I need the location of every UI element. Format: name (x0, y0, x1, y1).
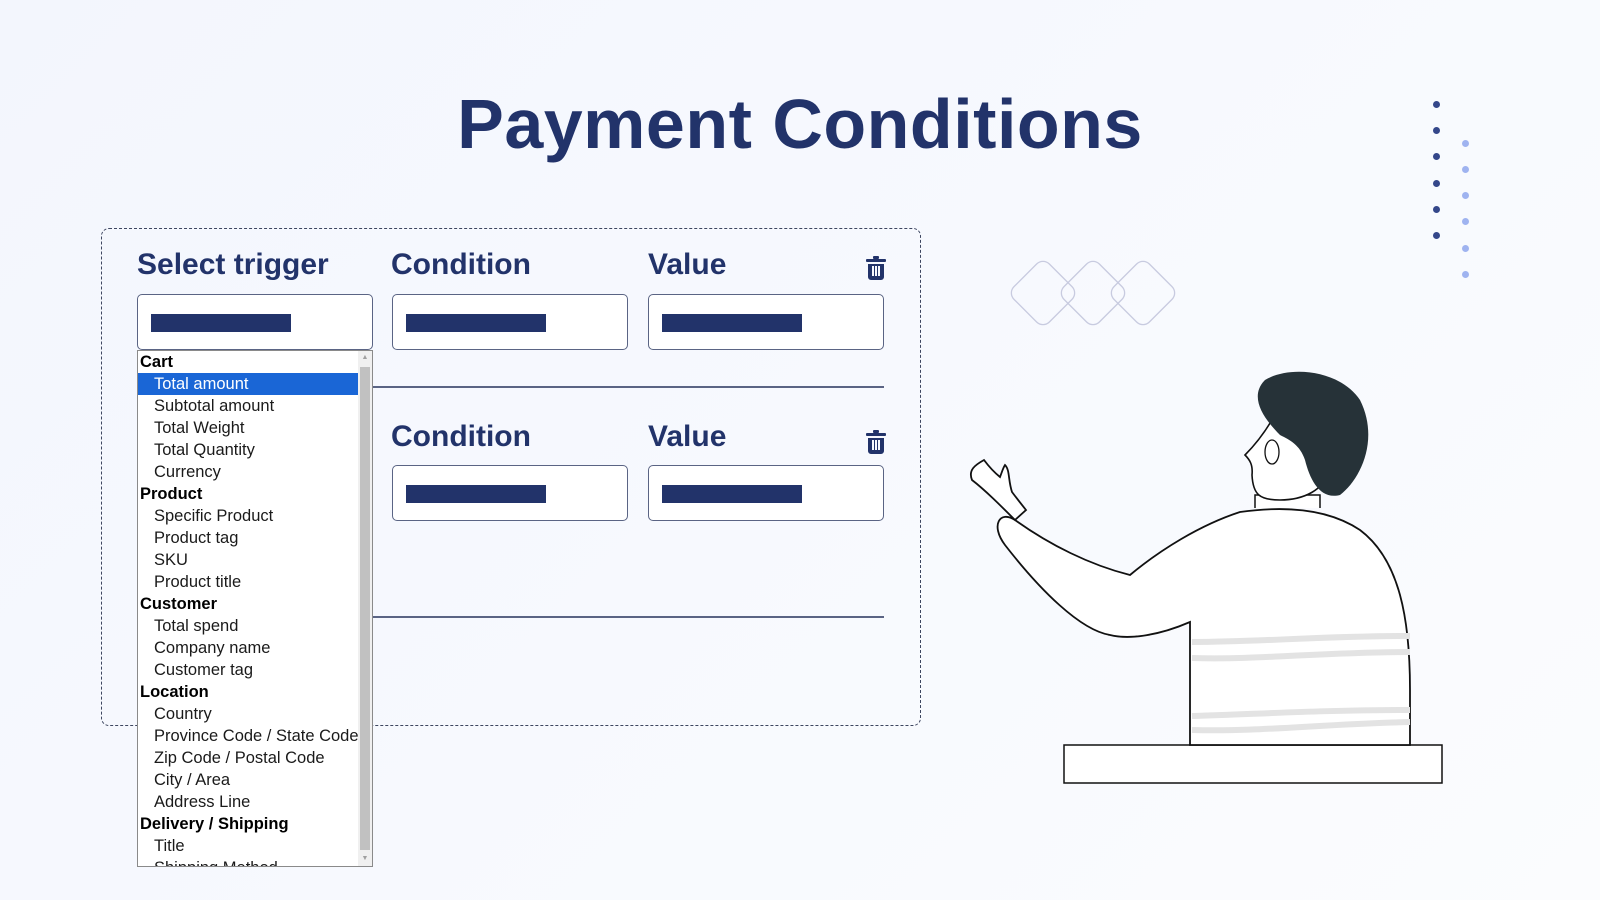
decorative-diamonds (1010, 260, 1176, 326)
dot (1462, 140, 1469, 147)
scroll-up-arrow-icon[interactable]: ▲ (358, 351, 372, 365)
dot (1462, 245, 1469, 252)
row-divider (372, 386, 884, 388)
dot (1433, 232, 1440, 239)
redacted-value-bar (662, 485, 802, 503)
dropdown-group-label: Delivery / Shipping (140, 815, 289, 833)
condition-select[interactable] (392, 465, 628, 521)
value-input[interactable] (648, 465, 884, 521)
condition-label: Condition (391, 248, 531, 281)
condition-label: Condition (391, 420, 531, 453)
dropdown-option[interactable]: Product title (138, 571, 358, 593)
dropdown-option[interactable]: Currency (138, 461, 358, 483)
desk (1063, 744, 1443, 784)
dot (1462, 218, 1469, 225)
dropdown-option[interactable]: Company name (138, 637, 358, 659)
trash-icon[interactable] (864, 255, 888, 281)
dropdown-option[interactable]: SKU (138, 549, 358, 571)
dropdown-option[interactable]: City / Area (138, 769, 358, 791)
dropdown-option[interactable]: Province Code / State Code (138, 725, 359, 747)
dropdown-option[interactable]: Zip Code / Postal Code (138, 747, 358, 769)
trash-icon[interactable] (864, 429, 888, 455)
dot (1433, 127, 1440, 134)
diamond-shape (1110, 260, 1176, 326)
dropdown-option[interactable]: Subtotal amount (138, 395, 358, 417)
row-divider (372, 616, 884, 618)
dropdown-option[interactable]: Country (138, 703, 358, 725)
trigger-dropdown-list[interactable]: Cart Total amount Subtotal amount Total Wei… (137, 350, 373, 867)
dot (1433, 153, 1440, 160)
scrollbar-thumb[interactable] (360, 367, 370, 850)
dropdown-group-label: Customer (140, 595, 218, 613)
scrollbar[interactable]: ▲ ▼ (358, 351, 372, 866)
dropdown-option[interactable]: Customer tag (138, 659, 358, 681)
dot (1462, 166, 1469, 173)
condition-select[interactable] (392, 294, 628, 350)
dropdown-options: Cart Total amount Subtotal amount Total Wei… (138, 351, 359, 866)
dropdown-option[interactable]: Total spend (138, 615, 358, 637)
dropdown-option[interactable]: Total Quantity (138, 439, 358, 461)
dropdown-option[interactable]: Shipping Method (138, 857, 358, 866)
dropdown-option[interactable]: Product tag (138, 527, 358, 549)
dropdown-option[interactable]: Total Weight (138, 417, 358, 439)
dropdown-option[interactable]: Title (138, 835, 358, 857)
redacted-value-bar (406, 314, 546, 332)
redacted-value-bar (406, 485, 546, 503)
dot (1462, 192, 1469, 199)
dropdown-option[interactable]: Specific Product (138, 505, 358, 527)
ear (1264, 439, 1280, 465)
dropdown-group-label: Cart (140, 353, 174, 371)
hand (970, 458, 1028, 522)
trigger-select[interactable] (137, 294, 373, 350)
redacted-value-bar (662, 314, 802, 332)
value-input[interactable] (648, 294, 884, 350)
dot (1462, 271, 1469, 278)
dot (1433, 206, 1440, 213)
dropdown-option[interactable]: Total amount (138, 373, 358, 395)
diamond-shape (1060, 260, 1126, 326)
value-label: Value (648, 248, 727, 281)
dropdown-group-label: Location (140, 683, 209, 701)
dropdown-group-label: Product (140, 485, 203, 503)
dot (1433, 180, 1440, 187)
select-trigger-label: Select trigger (137, 248, 329, 281)
dot (1433, 101, 1440, 108)
scroll-down-arrow-icon[interactable]: ▼ (358, 852, 372, 866)
person-illustration (970, 371, 1443, 784)
dropdown-option[interactable]: Address Line (138, 791, 358, 813)
value-label: Value (648, 420, 727, 453)
page-title: Payment Conditions (457, 85, 1143, 163)
redacted-value-bar (151, 314, 291, 332)
diamond-shape (1010, 260, 1076, 326)
